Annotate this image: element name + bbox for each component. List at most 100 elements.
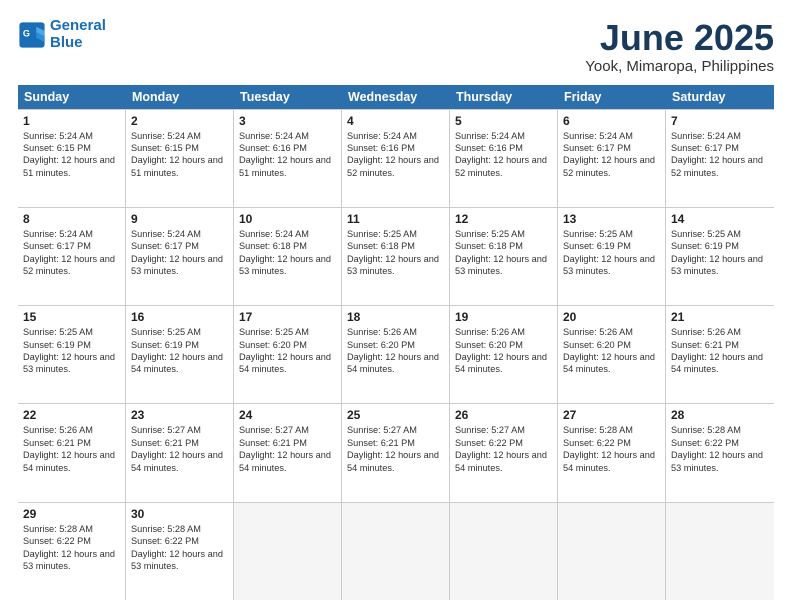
day-empty-5: [666, 503, 774, 600]
logo-icon: G: [18, 21, 46, 49]
day-15: 15 Sunrise: 5:25 AMSunset: 6:19 PMDaylig…: [18, 306, 126, 403]
day-empty-3: [450, 503, 558, 600]
week-row-2: 8 Sunrise: 5:24 AMSunset: 6:17 PMDayligh…: [18, 208, 774, 306]
day-5: 5 Sunrise: 5:24 AM Sunset: 6:16 PM Dayli…: [450, 110, 558, 207]
daylight-1: Daylight: 12 hours and 51 minutes.: [23, 155, 115, 177]
day-num-14: 14: [671, 212, 769, 226]
day-empty-2: [342, 503, 450, 600]
header-sunday: Sunday: [18, 85, 126, 109]
day-21: 21 Sunrise: 5:26 AMSunset: 6:21 PMDaylig…: [666, 306, 774, 403]
cell-text-5: Sunrise: 5:24 AM Sunset: 6:16 PM Dayligh…: [455, 130, 552, 180]
day-empty-4: [558, 503, 666, 600]
header-tuesday: Tuesday: [234, 85, 342, 109]
sunset-1: Sunset: 6:15 PM: [23, 143, 91, 153]
svg-text:G: G: [23, 28, 30, 38]
day-num-21: 21: [671, 310, 769, 324]
header: G General Blue June 2025 Yook, Mimaropa,…: [18, 18, 774, 75]
header-monday: Monday: [126, 85, 234, 109]
day-num-29: 29: [23, 507, 120, 521]
day-num-16: 16: [131, 310, 228, 324]
logo-text: General Blue: [50, 18, 106, 51]
day-num-23: 23: [131, 408, 228, 422]
week-row-5: 29 Sunrise: 5:28 AMSunset: 6:22 PMDaylig…: [18, 503, 774, 600]
day-29: 29 Sunrise: 5:28 AMSunset: 6:22 PMDaylig…: [18, 503, 126, 600]
title-block: June 2025 Yook, Mimaropa, Philippines: [585, 18, 774, 75]
cell-text-7: Sunrise: 5:24 AM Sunset: 6:17 PM Dayligh…: [671, 130, 769, 180]
day-num-13: 13: [563, 212, 660, 226]
day-1: 1 Sunrise: 5:24 AM Sunset: 6:15 PM Dayli…: [18, 110, 126, 207]
calendar-body: 1 Sunrise: 5:24 AM Sunset: 6:15 PM Dayli…: [18, 109, 774, 600]
day-num-11: 11: [347, 212, 444, 226]
day-num-26: 26: [455, 408, 552, 422]
day-num-5: 5: [455, 114, 552, 128]
month-title: June 2025: [585, 18, 774, 58]
day-num-24: 24: [239, 408, 336, 422]
day-num-12: 12: [455, 212, 552, 226]
header-wednesday: Wednesday: [342, 85, 450, 109]
day-25: 25 Sunrise: 5:27 AMSunset: 6:21 PMDaylig…: [342, 404, 450, 501]
cell-text-1: Sunrise: 5:24 AM Sunset: 6:15 PM Dayligh…: [23, 130, 120, 180]
day-num-6: 6: [563, 114, 660, 128]
cell-text-3: Sunrise: 5:24 AM Sunset: 6:16 PM Dayligh…: [239, 130, 336, 180]
day-empty-1: [234, 503, 342, 600]
logo-blue: Blue: [50, 34, 83, 51]
day-14: 14 Sunrise: 5:25 AMSunset: 6:19 PMDaylig…: [666, 208, 774, 305]
day-num-9: 9: [131, 212, 228, 226]
day-num-30: 30: [131, 507, 228, 521]
day-num-19: 19: [455, 310, 552, 324]
cell-text-4: Sunrise: 5:24 AM Sunset: 6:16 PM Dayligh…: [347, 130, 444, 180]
header-thursday: Thursday: [450, 85, 558, 109]
day-7: 7 Sunrise: 5:24 AM Sunset: 6:17 PM Dayli…: [666, 110, 774, 207]
day-num-18: 18: [347, 310, 444, 324]
day-26: 26 Sunrise: 5:27 AMSunset: 6:22 PMDaylig…: [450, 404, 558, 501]
day-9: 9 Sunrise: 5:24 AMSunset: 6:17 PMDayligh…: [126, 208, 234, 305]
week-row-3: 15 Sunrise: 5:25 AMSunset: 6:19 PMDaylig…: [18, 306, 774, 404]
day-8: 8 Sunrise: 5:24 AMSunset: 6:17 PMDayligh…: [18, 208, 126, 305]
day-13: 13 Sunrise: 5:25 AMSunset: 6:19 PMDaylig…: [558, 208, 666, 305]
day-6: 6 Sunrise: 5:24 AM Sunset: 6:17 PM Dayli…: [558, 110, 666, 207]
location: Yook, Mimaropa, Philippines: [585, 58, 774, 75]
sunrise-1: Sunrise: 5:24 AM: [23, 131, 93, 141]
day-num-4: 4: [347, 114, 444, 128]
day-30: 30 Sunrise: 5:28 AMSunset: 6:22 PMDaylig…: [126, 503, 234, 600]
day-4: 4 Sunrise: 5:24 AM Sunset: 6:16 PM Dayli…: [342, 110, 450, 207]
day-num-27: 27: [563, 408, 660, 422]
day-2: 2 Sunrise: 5:24 AM Sunset: 6:15 PM Dayli…: [126, 110, 234, 207]
day-24: 24 Sunrise: 5:27 AMSunset: 6:21 PMDaylig…: [234, 404, 342, 501]
day-num-10: 10: [239, 212, 336, 226]
day-num-3: 3: [239, 114, 336, 128]
day-num-2: 2: [131, 114, 228, 128]
day-3: 3 Sunrise: 5:24 AM Sunset: 6:16 PM Dayli…: [234, 110, 342, 207]
day-num-25: 25: [347, 408, 444, 422]
day-27: 27 Sunrise: 5:28 AMSunset: 6:22 PMDaylig…: [558, 404, 666, 501]
day-num-22: 22: [23, 408, 120, 422]
calendar: Sunday Monday Tuesday Wednesday Thursday…: [18, 85, 774, 600]
logo-general: General: [50, 17, 106, 34]
day-17: 17 Sunrise: 5:25 AMSunset: 6:20 PMDaylig…: [234, 306, 342, 403]
day-11: 11 Sunrise: 5:25 AMSunset: 6:18 PMDaylig…: [342, 208, 450, 305]
cell-text-6: Sunrise: 5:24 AM Sunset: 6:17 PM Dayligh…: [563, 130, 660, 180]
week-row-1: 1 Sunrise: 5:24 AM Sunset: 6:15 PM Dayli…: [18, 110, 774, 208]
header-friday: Friday: [558, 85, 666, 109]
calendar-header: Sunday Monday Tuesday Wednesday Thursday…: [18, 85, 774, 109]
page: G General Blue June 2025 Yook, Mimaropa,…: [0, 0, 792, 612]
week-row-4: 22 Sunrise: 5:26 AMSunset: 6:21 PMDaylig…: [18, 404, 774, 502]
day-num-15: 15: [23, 310, 120, 324]
day-num-28: 28: [671, 408, 769, 422]
day-num-8: 8: [23, 212, 120, 226]
day-num-20: 20: [563, 310, 660, 324]
day-num-1: 1: [23, 114, 120, 128]
day-12: 12 Sunrise: 5:25 AMSunset: 6:18 PMDaylig…: [450, 208, 558, 305]
day-23: 23 Sunrise: 5:27 AMSunset: 6:21 PMDaylig…: [126, 404, 234, 501]
day-19: 19 Sunrise: 5:26 AMSunset: 6:20 PMDaylig…: [450, 306, 558, 403]
day-num-7: 7: [671, 114, 769, 128]
day-20: 20 Sunrise: 5:26 AMSunset: 6:20 PMDaylig…: [558, 306, 666, 403]
day-16: 16 Sunrise: 5:25 AMSunset: 6:19 PMDaylig…: [126, 306, 234, 403]
day-22: 22 Sunrise: 5:26 AMSunset: 6:21 PMDaylig…: [18, 404, 126, 501]
day-10: 10 Sunrise: 5:24 AMSunset: 6:18 PMDaylig…: [234, 208, 342, 305]
header-saturday: Saturday: [666, 85, 774, 109]
day-28: 28 Sunrise: 5:28 AMSunset: 6:22 PMDaylig…: [666, 404, 774, 501]
logo: G General Blue: [18, 18, 106, 51]
day-num-17: 17: [239, 310, 336, 324]
cell-text-2: Sunrise: 5:24 AM Sunset: 6:15 PM Dayligh…: [131, 130, 228, 180]
